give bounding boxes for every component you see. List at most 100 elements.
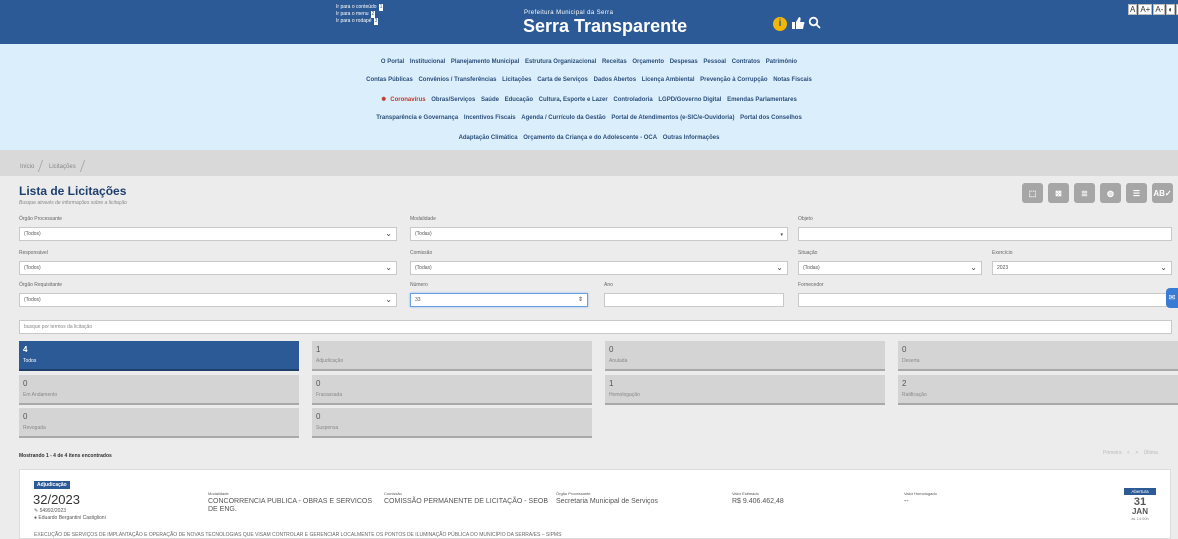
menu-item[interactable]: Carta de Serviços <box>537 77 588 83</box>
input-fornecedor[interactable] <box>798 293 1172 307</box>
label-orgao-requisitante: Órgão Requisitante <box>19 282 63 288</box>
comissao-label: Comissão <box>384 491 402 496</box>
spinner-icon[interactable]: ⇕ <box>578 294 583 306</box>
menu-item[interactable]: Pessoal <box>703 59 726 65</box>
database-icon[interactable]: ☰ <box>1126 183 1147 203</box>
skip-link-footer[interactable]: Ir para o rodapé 3 <box>336 18 383 25</box>
skip-links: Ir para o conteúdo 1 Ir para o menu 2 Ir p… <box>336 4 384 25</box>
brand-title[interactable]: Serra Transparente <box>523 16 687 37</box>
menu-item[interactable]: Estrutura Organizacional <box>525 59 596 65</box>
menu-item[interactable]: Contas Públicas <box>366 77 413 83</box>
input-numero[interactable]: 33 ⇕ <box>410 293 588 307</box>
globe-icon[interactable]: ◍ <box>1100 183 1121 203</box>
chat-icon[interactable]: ✉ <box>1166 288 1178 308</box>
chevron-down-icon: ⌄ <box>1160 263 1167 272</box>
licitacao-card[interactable]: Adjudicação 32/2023 ✎ 54992/2023 ● Eduar… <box>19 469 1171 539</box>
menu-item[interactable]: Emendas Parlamentares <box>727 97 797 103</box>
spellcheck-icon[interactable]: AB✓ <box>1152 183 1173 203</box>
menu-item[interactable]: Despesas <box>670 59 698 65</box>
status-tile-revogada[interactable]: 0 Revogada <box>19 408 299 438</box>
menu-item[interactable]: Institucional <box>410 59 445 65</box>
menu-item[interactable]: Planejamento Municipal <box>451 59 519 65</box>
menu-item[interactable]: Agenda / Currículo da Gestão <box>521 115 605 121</box>
page-title: Lista de Licitações <box>19 184 127 198</box>
skip-link-menu[interactable]: Ir para o menu 2 <box>336 11 383 18</box>
menu-item[interactable]: Portal dos Conselhos <box>740 115 802 121</box>
select-modalidade[interactable]: (Todas) ▾ <box>410 227 788 241</box>
chevron-down-icon: ⌄ <box>385 295 392 304</box>
info-icon[interactable]: i <box>773 17 787 31</box>
menu-item[interactable]: Licitações <box>502 77 531 83</box>
menu-item[interactable]: Prevenção à Corrupção <box>700 77 767 83</box>
menu-item[interactable]: Transparência e Governança <box>376 115 458 121</box>
status-tile-em-andamento[interactable]: 0 Em Andamento <box>19 375 299 405</box>
menu-item[interactable]: Convênios / Transferências <box>418 77 496 83</box>
export-xls-icon[interactable]: ⊠ <box>1048 183 1069 203</box>
abertura-label: Abertura <box>1124 488 1156 495</box>
menu-item[interactable]: Orçamento <box>632 59 664 65</box>
skip-link-content[interactable]: Ir para o conteúdo 1 <box>336 4 384 11</box>
menu-item[interactable]: Licença Ambiental <box>642 77 695 83</box>
search-input[interactable]: busque por termos da licitação <box>19 320 1172 334</box>
abertura-month: JAN <box>1131 507 1148 516</box>
menu-item[interactable]: Outras Informações <box>663 135 720 141</box>
status-tile-homologacao[interactable]: 1 Homologação <box>605 375 885 405</box>
menu-item[interactable]: Incentivos Fiscais <box>464 115 516 121</box>
pager-prev[interactable]: < <box>1127 450 1130 456</box>
menu-item[interactable]: Notas Fiscais <box>773 77 812 83</box>
input-objeto[interactable] <box>798 227 1172 241</box>
menu-item[interactable]: Educação <box>505 97 533 103</box>
contrast-button[interactable]: ◐ <box>1166 4 1176 15</box>
menu-row-2: Contas Públicas Convênios / Transferênci… <box>0 77 1178 83</box>
user-icon: ● <box>34 515 38 521</box>
font-reset-button[interactable]: A <box>1128 4 1138 15</box>
font-decrease-button[interactable]: A- <box>1153 4 1166 15</box>
search-icon[interactable] <box>808 16 821 29</box>
status-tile-fracassada[interactable]: 0 Fracassada <box>312 375 592 405</box>
select-comissao[interactable]: (Todas) ⌄ <box>410 261 788 275</box>
select-orgao-processante[interactable]: (Todos) ⌄ <box>19 227 397 241</box>
select-situacao[interactable]: (Todas) ⌄ <box>798 261 982 275</box>
menu-item[interactable]: Saúde <box>481 97 499 103</box>
menu-item[interactable]: LGPD/Governo Digital <box>658 97 721 103</box>
modalidade-label: Modalidade <box>208 491 229 496</box>
licitacao-number[interactable]: 32/2023 <box>33 492 80 507</box>
valor-estimado-value: R$ 9.406.462,48 <box>732 498 784 505</box>
menu-item[interactable]: Controladoria <box>613 97 652 103</box>
menu-item[interactable]: Cultura, Esporte e Lazer <box>539 97 608 103</box>
menu-item-coronavirus[interactable]: Coronavírus <box>390 97 425 103</box>
status-tile-anulada[interactable]: 0 Anulada <box>605 341 885 371</box>
menu-item[interactable]: Orçamento da Criança e do Adolescente - … <box>523 135 657 141</box>
select-orgao-requisitante[interactable]: (Todos) ⌄ <box>19 293 397 307</box>
export-doc-icon[interactable]: ≣ <box>1074 183 1095 203</box>
menu-item[interactable]: Dados Abertos <box>594 77 636 83</box>
menu-item[interactable]: Portal de Atendimentos (e-SIC/e-Ouvidori… <box>611 115 734 121</box>
input-ano[interactable] <box>604 293 784 307</box>
label-responsavel: Responsável <box>19 250 48 256</box>
pager-first[interactable]: Primeira <box>1103 450 1122 456</box>
menu-item[interactable]: Contratos <box>732 59 760 65</box>
label-modalidade: Modalidade <box>410 216 436 222</box>
menu-row-3: ✹ Coronavírus Obras/Serviços Saúde Educaç… <box>0 96 1178 103</box>
pager-last[interactable]: Última <box>1144 450 1158 456</box>
menu-item[interactable]: Patrimônio <box>766 59 797 65</box>
results-count: Mostrando 1 - 4 de 4 itens encontrados <box>19 453 112 459</box>
thumbs-up-icon[interactable] <box>791 16 805 30</box>
menu-item[interactable]: O Portal <box>381 59 404 65</box>
export-pdf-icon[interactable]: ⬚ <box>1022 183 1043 203</box>
valor-homologado-value: -- <box>904 498 909 505</box>
status-tile-adjudicacao[interactable]: 1 Adjudicação <box>312 341 592 371</box>
status-tile-deserta[interactable]: 0 Deserta <box>898 341 1178 371</box>
select-exercicio[interactable]: 2023 ⌄ <box>992 261 1172 275</box>
menu-item[interactable]: Adaptação Climática <box>459 135 518 141</box>
menu-item[interactable]: Obras/Serviços <box>431 97 475 103</box>
breadcrumb-home[interactable]: Início <box>20 164 34 170</box>
pager-next[interactable]: > <box>1135 450 1138 456</box>
status-tile-ratificacao[interactable]: 2 Ratificação <box>898 375 1178 405</box>
status-tile-todos[interactable]: 4 Todos <box>19 341 299 371</box>
menu-item[interactable]: Receitas <box>602 59 627 65</box>
status-tile-suspensa[interactable]: 0 Suspensa <box>312 408 592 438</box>
font-increase-button[interactable]: A+ <box>1138 4 1153 15</box>
abertura-time: às 14:00h <box>1131 516 1149 521</box>
select-responsavel[interactable]: (Todos) ⌄ <box>19 261 397 275</box>
